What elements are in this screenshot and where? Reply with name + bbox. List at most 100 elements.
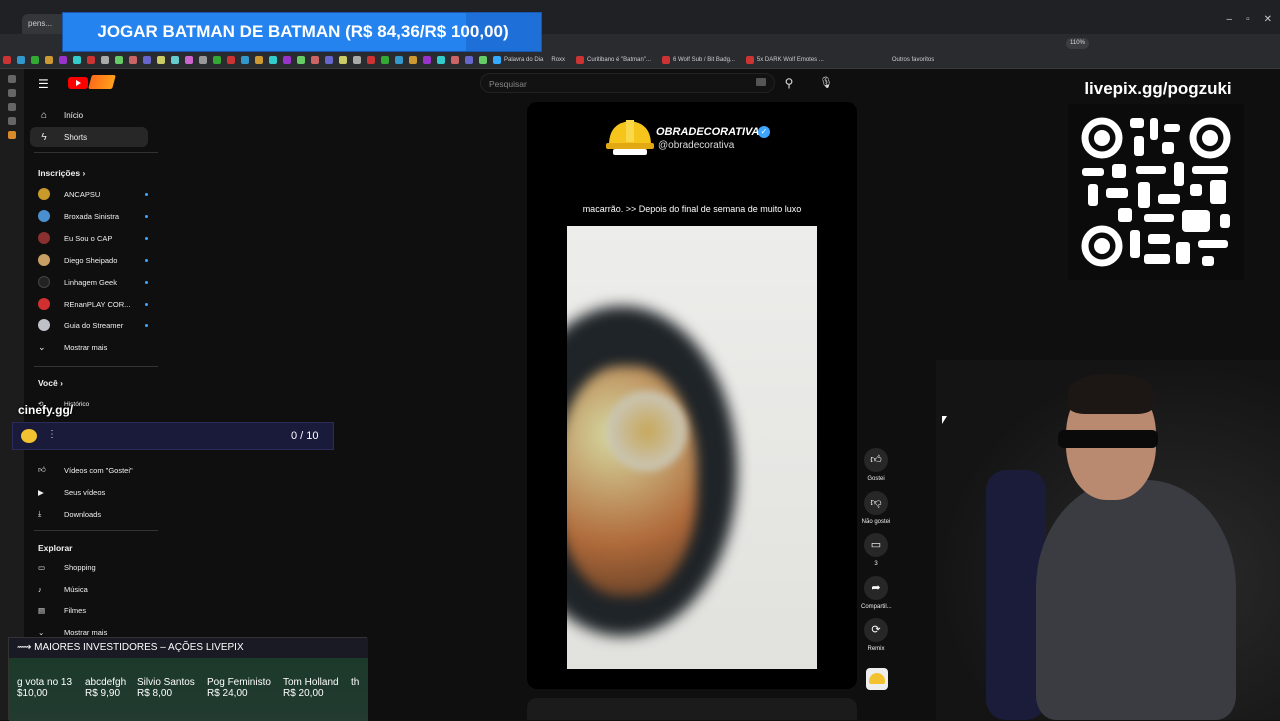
microphone-icon[interactable]: 🎙︎: [818, 73, 834, 93]
bookmark-icon[interactable]: [255, 56, 263, 64]
close-icon[interactable]: ✕: [1264, 14, 1272, 25]
subscription-item[interactable]: Guia do Streamer: [30, 315, 148, 335]
bookmark-icon[interactable]: [662, 56, 670, 64]
subscription-item[interactable]: Eu Sou o CAP: [30, 228, 148, 248]
bookmark-icon[interactable]: [101, 56, 109, 64]
nav-shorts[interactable]: ϟ Shorts: [30, 127, 148, 147]
nav-shopping[interactable]: ▭ Shopping: [30, 557, 148, 577]
panel-icon[interactable]: [8, 131, 16, 139]
bookmark-icon[interactable]: [325, 56, 333, 64]
bookmark-icon[interactable]: [311, 56, 319, 64]
bookmark-icon[interactable]: [199, 56, 207, 64]
subscription-item[interactable]: REnanPLAY COR...: [30, 294, 148, 314]
bookmark-icon[interactable]: [451, 56, 459, 64]
bookmark-icon[interactable]: [745, 56, 754, 64]
investor-entry: Pog Feministo R$ 24,00: [207, 677, 271, 699]
explore-header: Explorar: [38, 543, 73, 553]
bookmark-icon[interactable]: [241, 56, 249, 64]
subscriptions-header[interactable]: Inscrições ›: [38, 168, 85, 178]
panel-icon[interactable]: [8, 103, 16, 111]
short-channel-handle[interactable]: @obradecorativa: [658, 140, 734, 151]
short-video-frame[interactable]: [567, 226, 817, 669]
maximize-icon[interactable]: ▫: [1246, 14, 1250, 25]
bookmark-icon[interactable]: [31, 56, 39, 64]
comments-button[interactable]: ▭ 3: [861, 533, 891, 567]
bookmark-icon[interactable]: [423, 56, 431, 64]
livepix-url: livepix.gg/pogzuki: [1084, 79, 1232, 98]
bookmark-icon[interactable]: [73, 56, 81, 64]
bookmark-curitibano[interactable]: Curitibano é "Batman"...: [587, 57, 651, 63]
bookmark-icon[interactable]: [59, 56, 67, 64]
nav-seus-videos[interactable]: ▶ Seus vídeos: [30, 482, 148, 502]
film-icon: ▤: [38, 605, 46, 615]
bookmark-icon[interactable]: [493, 56, 501, 64]
bookmark-icon[interactable]: [185, 56, 193, 64]
you-header[interactable]: Você ›: [38, 378, 63, 388]
show-more-subscriptions[interactable]: ⌄ Mostrar mais: [30, 337, 148, 357]
bookmark-icon[interactable]: [17, 56, 25, 64]
bookmark-icon[interactable]: [576, 56, 585, 64]
bookmark-icon[interactable]: [129, 56, 137, 64]
youtube-logo-icon[interactable]: [68, 77, 88, 89]
subscription-item[interactable]: Linhagem Geek: [30, 272, 148, 292]
nav-videos-gostei[interactable]: 👍︎ Vídeos com "Gostei": [30, 460, 148, 480]
bookmark-icon[interactable]: [479, 56, 487, 64]
bookmark-icon[interactable]: [395, 56, 403, 64]
bookmark-icon[interactable]: [339, 56, 347, 64]
bookmark-wolf-sub[interactable]: 6 Wolf Sub / Bit Badg...: [673, 57, 735, 63]
nav-downloads[interactable]: ⤓ Downloads: [30, 504, 148, 524]
short-channel-name[interactable]: OBRADECORATIVA: [656, 126, 759, 138]
bookmark-icon[interactable]: [213, 56, 221, 64]
logo-doodle-icon: [88, 75, 116, 89]
nav-filmes[interactable]: ▤ Filmes: [30, 600, 148, 620]
like-button[interactable]: 👍︎ Gostei: [861, 448, 891, 482]
bookmark-icon[interactable]: [45, 56, 53, 64]
bookmark-palavra[interactable]: Palavra do Dia: [504, 57, 543, 63]
bookmark-icon[interactable]: [367, 56, 375, 64]
bookmark-icon[interactable]: [143, 56, 151, 64]
keyboard-icon[interactable]: [756, 78, 766, 86]
minimize-icon[interactable]: –: [1227, 14, 1233, 25]
subscription-item[interactable]: Broxada Sinistra: [30, 206, 148, 226]
bookmark-icon[interactable]: [115, 56, 123, 64]
bookmark-icon[interactable]: [465, 56, 473, 64]
bookmark-icon[interactable]: [437, 56, 445, 64]
bookmark-icon[interactable]: [87, 56, 95, 64]
zoom-badge[interactable]: 110%: [1066, 38, 1089, 49]
bookmark-dark-wolf[interactable]: 5x DARK Wolf Emotes ...: [757, 57, 824, 63]
bookmark-icon[interactable]: [227, 56, 235, 64]
bookmark-roxx[interactable]: Roxx: [551, 57, 565, 63]
subscription-item[interactable]: Diego Sheipado: [30, 250, 148, 270]
bookmark-icon[interactable]: [269, 56, 277, 64]
panel-icon[interactable]: [8, 89, 16, 97]
subscription-item[interactable]: ANCAPSU: [30, 184, 148, 204]
new-content-dot: [145, 303, 148, 306]
thumbs-up-icon: 👍︎: [38, 465, 46, 474]
bookmark-icon[interactable]: [157, 56, 165, 64]
search-icon[interactable]: ⚲: [780, 73, 798, 93]
bookmark-icon[interactable]: [297, 56, 305, 64]
bookmark-icon[interactable]: [283, 56, 291, 64]
dislike-button[interactable]: 👎︎ Não gostei: [861, 491, 891, 525]
nav-musica[interactable]: ♪ Música: [30, 579, 148, 599]
audio-source-thumbnail[interactable]: [866, 668, 888, 690]
bookmark-icon[interactable]: [409, 56, 417, 64]
nav-inicio[interactable]: ⌂ Início: [30, 105, 148, 125]
bookmark-icon[interactable]: [381, 56, 389, 64]
next-short-preview[interactable]: [527, 698, 857, 720]
share-button[interactable]: ➦ Compartil...: [861, 576, 892, 610]
chart-icon: ⟿: [17, 642, 35, 653]
bookmark-icon[interactable]: [171, 56, 179, 64]
bookmark-icon[interactable]: [3, 56, 11, 64]
search-input[interactable]: Pesquisar: [480, 73, 775, 93]
panel-icon[interactable]: [8, 117, 16, 125]
bookmark-outros[interactable]: Outros favoritos: [892, 57, 934, 63]
divider: [34, 152, 158, 153]
channel-avatar: [38, 188, 50, 200]
panel-icon[interactable]: [8, 75, 16, 83]
remix-button[interactable]: ⟳ Remix: [861, 618, 891, 652]
menu-icon[interactable]: ☰: [38, 77, 49, 91]
bookmark-icon[interactable]: [353, 56, 361, 64]
shopping-bag-icon: ▭: [38, 562, 46, 572]
qr-code-icon: [1081, 117, 1231, 267]
